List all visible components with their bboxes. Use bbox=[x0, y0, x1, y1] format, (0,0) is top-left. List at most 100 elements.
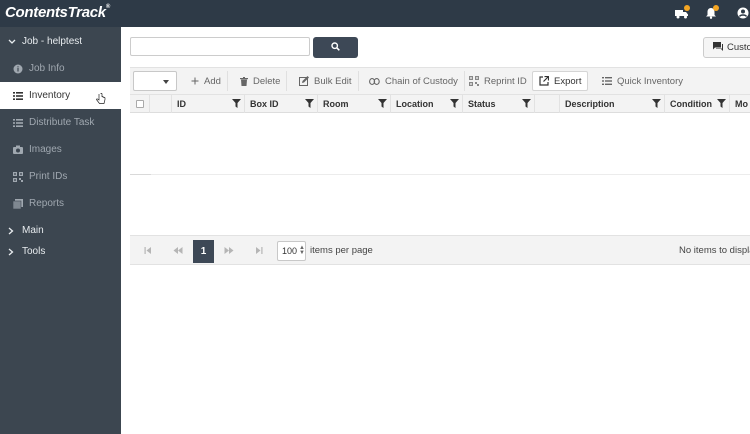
logo-mark: ® bbox=[105, 4, 110, 10]
cursor-hand-icon bbox=[96, 93, 106, 108]
sidebar-item-label: Distribute Task bbox=[29, 117, 95, 128]
quick-inventory-button[interactable]: Quick Inventory bbox=[596, 71, 689, 91]
sidebar-section-label: Tools bbox=[22, 246, 46, 257]
column-unlabeled bbox=[535, 95, 560, 113]
first-page-icon bbox=[144, 246, 152, 256]
column-room[interactable]: Room bbox=[318, 95, 391, 113]
bell-notification-dot bbox=[713, 5, 719, 11]
chain-of-custody-label: Chain of Custody bbox=[385, 75, 458, 87]
pager: 1 100 ▲ ▼ items per page No items to disp… bbox=[130, 235, 750, 265]
spinner-icon: ▲ ▼ bbox=[299, 245, 305, 256]
bulk-edit-label: Bulk Edit bbox=[314, 75, 352, 87]
list-icon bbox=[12, 91, 24, 100]
select-all-column[interactable] bbox=[130, 95, 150, 113]
column-box-id[interactable]: Box ID bbox=[245, 95, 318, 113]
column-label: Status bbox=[468, 99, 496, 109]
list-icon bbox=[602, 77, 612, 85]
delete-button[interactable]: Delete bbox=[234, 71, 288, 91]
column-status[interactable]: Status bbox=[463, 95, 535, 113]
truck-notification-dot bbox=[684, 5, 690, 11]
chevron-right-icon bbox=[8, 227, 16, 235]
filter-icon[interactable] bbox=[305, 99, 314, 110]
sidebar-item-label: Images bbox=[29, 144, 62, 155]
chat-icon bbox=[713, 41, 723, 54]
filter-icon[interactable] bbox=[717, 99, 726, 110]
current-page[interactable]: 1 bbox=[193, 240, 214, 263]
export-button[interactable]: Export bbox=[532, 71, 589, 91]
sidebar-job-header[interactable]: Job - helptest bbox=[0, 28, 121, 55]
add-button[interactable]: Add bbox=[185, 71, 228, 91]
filter-icon[interactable] bbox=[450, 99, 459, 110]
column-id[interactable]: ID bbox=[172, 95, 245, 113]
column-label: Mo bbox=[735, 99, 748, 109]
column-label: Location bbox=[396, 99, 434, 109]
prev-page-button[interactable] bbox=[168, 241, 188, 261]
grid-toolbar: Add Delete Bulk Edit Chain of Custody Re… bbox=[130, 67, 750, 95]
last-page-icon bbox=[255, 246, 263, 256]
search-icon bbox=[331, 41, 340, 54]
sidebar-item-label: Job Info bbox=[29, 63, 65, 74]
sidebar-item-label: Reports bbox=[29, 198, 65, 209]
sidebar-section-tools[interactable]: Tools bbox=[0, 238, 121, 265]
filter-icon[interactable] bbox=[522, 99, 531, 110]
column-description[interactable]: Description bbox=[560, 95, 665, 113]
bulk-edit-button[interactable]: Bulk Edit bbox=[293, 71, 359, 91]
filter-icon[interactable] bbox=[378, 99, 387, 110]
sidebar-section-label: Main bbox=[22, 225, 44, 236]
top-bar: ContentsTrack® bbox=[0, 0, 750, 27]
chevron-right-icon bbox=[8, 248, 16, 256]
grid-divider bbox=[130, 174, 750, 175]
logo-text: ContentsTrack bbox=[5, 4, 106, 21]
chevron-down-icon bbox=[8, 39, 16, 45]
user-icon[interactable] bbox=[737, 7, 750, 19]
column-blank bbox=[150, 95, 172, 113]
chain-of-custody-button[interactable]: Chain of Custody bbox=[363, 71, 465, 91]
bulk-select-dropdown[interactable] bbox=[133, 71, 177, 91]
qrcode-icon bbox=[469, 76, 479, 86]
sidebar-item-distribute-task[interactable]: Distribute Task bbox=[0, 109, 121, 136]
items-per-page-select[interactable]: 100 ▲ ▼ bbox=[277, 241, 306, 261]
link-icon bbox=[369, 77, 380, 85]
sidebar-item-reports[interactable]: Reports bbox=[0, 190, 121, 217]
camera-icon bbox=[12, 145, 24, 154]
list-icon bbox=[12, 118, 24, 127]
rewind-icon bbox=[173, 246, 183, 256]
quick-inventory-label: Quick Inventory bbox=[617, 75, 683, 87]
caret-down-icon bbox=[163, 80, 169, 84]
column-location[interactable]: Location bbox=[391, 95, 463, 113]
edit-icon bbox=[299, 76, 309, 86]
trash-icon bbox=[240, 76, 248, 86]
sidebar-item-images[interactable]: Images bbox=[0, 136, 121, 163]
sidebar: Job - helptest Job Info Inventory Distri… bbox=[0, 27, 121, 434]
reprint-id-button[interactable]: Reprint ID bbox=[463, 71, 534, 91]
select-all-checkbox[interactable] bbox=[135, 100, 144, 108]
column-condition[interactable]: Condition bbox=[665, 95, 730, 113]
search-button[interactable] bbox=[313, 37, 358, 58]
next-page-button[interactable] bbox=[219, 241, 239, 261]
column-label: Box ID bbox=[250, 99, 279, 109]
sidebar-item-print-ids[interactable]: Print IDs bbox=[0, 163, 121, 190]
search-input[interactable] bbox=[130, 37, 310, 56]
fast-forward-icon bbox=[224, 246, 234, 256]
filter-icon[interactable] bbox=[652, 99, 661, 110]
delete-label: Delete bbox=[253, 75, 281, 87]
sidebar-item-job-info[interactable]: Job Info bbox=[0, 55, 121, 82]
custom-button[interactable]: Custo bbox=[703, 37, 750, 58]
grid-header: ID Box ID Room Location Status Descripti… bbox=[130, 95, 750, 113]
sidebar-item-label: Print IDs bbox=[29, 171, 68, 182]
column-label: Description bbox=[565, 99, 615, 109]
sidebar-item-inventory[interactable]: Inventory bbox=[0, 82, 121, 109]
filter-icon[interactable] bbox=[232, 99, 241, 110]
main-content: Custo Add Delete Bulk Edit Chain of Cust… bbox=[121, 27, 750, 434]
last-page-button[interactable] bbox=[249, 241, 269, 261]
info-icon bbox=[12, 64, 24, 74]
first-page-button[interactable] bbox=[138, 241, 158, 261]
column-label: ID bbox=[177, 99, 186, 109]
no-items-message: No items to display bbox=[679, 245, 750, 256]
reports-icon bbox=[12, 198, 24, 209]
column-model[interactable]: Mo bbox=[730, 95, 750, 113]
reprint-id-label: Reprint ID bbox=[484, 75, 527, 87]
column-label: Condition bbox=[670, 99, 712, 109]
app-logo[interactable]: ContentsTrack® bbox=[5, 4, 110, 21]
external-link-icon bbox=[539, 76, 549, 86]
